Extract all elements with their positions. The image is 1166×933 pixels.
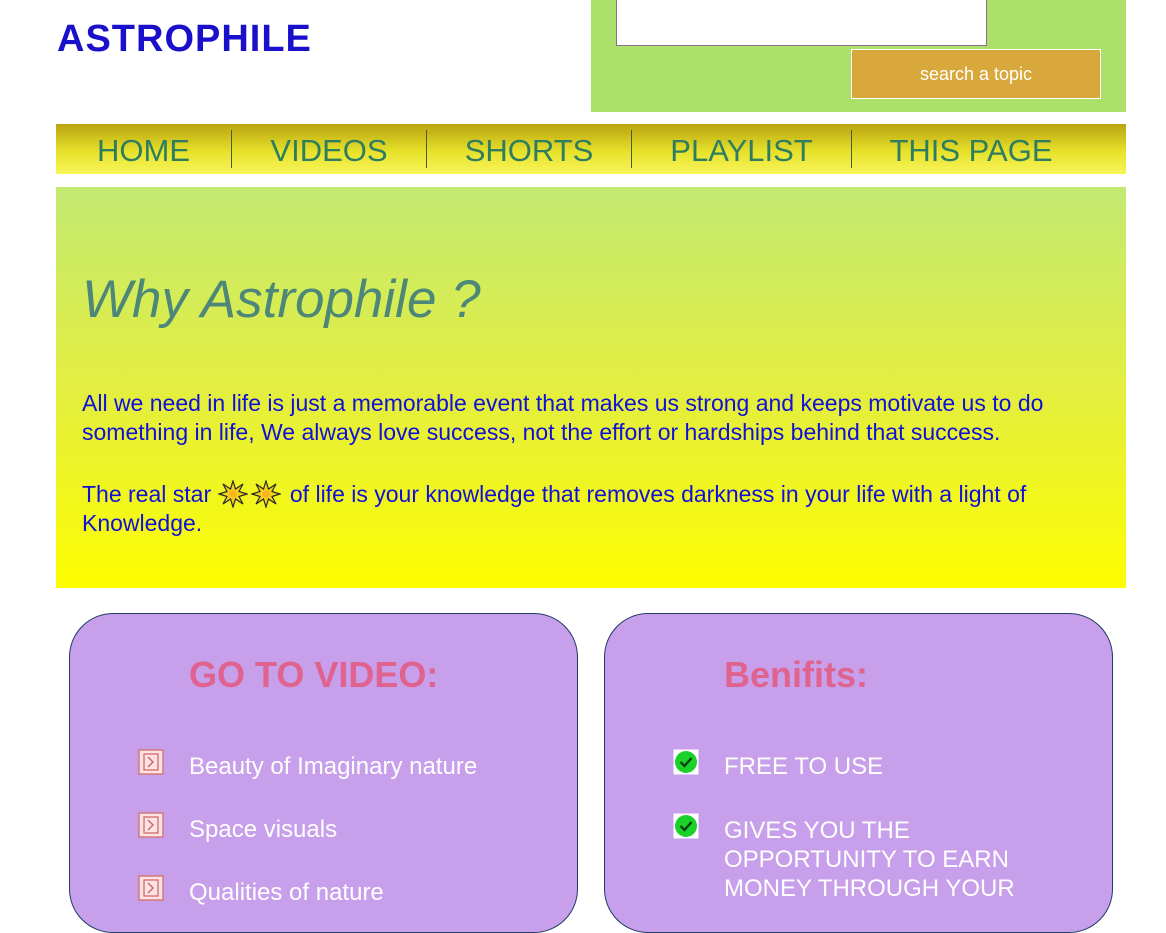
- search-button[interactable]: search a topic: [851, 49, 1101, 99]
- link-icon: [138, 875, 164, 901]
- site-logo[interactable]: ASTROPHILE: [57, 18, 312, 61]
- nav-this-page[interactable]: THIS PAGE: [852, 124, 1090, 174]
- videos-card-title: GO TO VIDEO:: [189, 654, 439, 695]
- video-link-label[interactable]: Beauty of Imaginary nature: [189, 752, 529, 781]
- search-input[interactable]: [616, 0, 987, 46]
- green-check-icon: [673, 749, 699, 775]
- link-icon: [138, 749, 164, 775]
- hero-paragraph-2: The real star of life is your knowledge …: [82, 480, 1102, 538]
- videos-card: GO TO VIDEO: Beauty of Imaginary nature …: [69, 613, 578, 933]
- benefit-label: GIVES YOU THE OPPORTUNITY TO EARN MONEY …: [724, 817, 1015, 902]
- hero-paragraph: All we need in life is just a memorable …: [82, 390, 1044, 445]
- sparkle-star-icon: [250, 480, 281, 508]
- benefits-card-title: Benifits:: [724, 654, 868, 695]
- sparkle-star-icon: [217, 480, 248, 508]
- benefit-label: FREE TO USE: [724, 753, 884, 780]
- hero-section: Why Astrophile ? All we need in life is …: [56, 187, 1126, 588]
- nav-shorts[interactable]: SHORTS: [427, 124, 631, 174]
- video-link-label[interactable]: Space visuals: [189, 815, 529, 844]
- search-panel: search a topic: [591, 0, 1126, 112]
- hero-title: Why Astrophile ?: [82, 270, 481, 329]
- benefits-card: Benifits: FREE TO USE GIVES YOU THE OPPO…: [604, 613, 1113, 933]
- green-check-icon: [673, 813, 699, 839]
- nav-playlist[interactable]: PLAYLIST: [632, 124, 851, 174]
- link-icon: [138, 812, 164, 838]
- main-nav: HOME VIDEOS SHORTS PLAYLIST THIS PAGE: [56, 124, 1126, 174]
- nav-home[interactable]: HOME: [56, 124, 231, 174]
- hero-paragraph-2-start: The real star: [82, 481, 212, 507]
- nav-videos[interactable]: VIDEOS: [232, 124, 426, 174]
